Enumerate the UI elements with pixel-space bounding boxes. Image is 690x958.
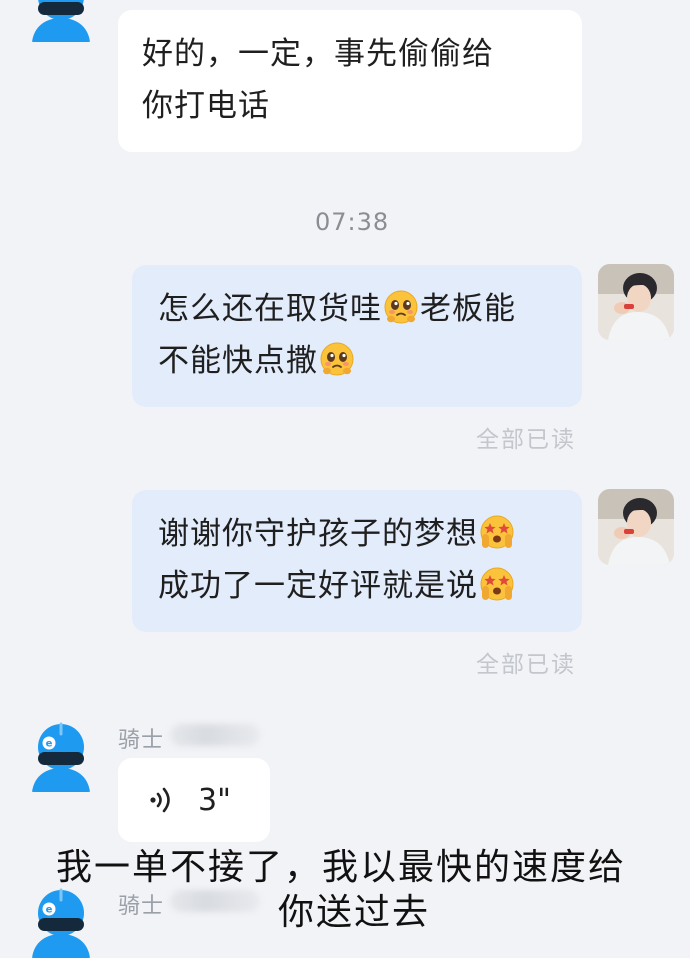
message-text-line: 不能快点撒 (158, 335, 556, 387)
delivery-rider-helmet-icon (22, 880, 100, 958)
pleading-face-emoji-icon (383, 289, 419, 325)
star-struck-emoji-icon (479, 514, 515, 550)
voice-message-bubble[interactable]: 3" (118, 758, 270, 842)
user-avatar[interactable] (598, 264, 674, 340)
user-photo-avatar (598, 264, 674, 340)
blurred-sender-name (170, 724, 260, 746)
outgoing-message-bubble[interactable]: 怎么还在取货哇 老板能 不能快点撒 (132, 265, 582, 407)
delivery-rider-helmet-icon (22, 0, 100, 42)
user-photo-avatar (598, 489, 674, 565)
message-text: 谢谢你守护孩子的梦想 (158, 516, 478, 552)
message-text: 怎么还在取货哇 (158, 291, 382, 327)
pleading-face-emoji-icon (319, 341, 355, 377)
message-text-line: 成功了一定好评就是说 (158, 560, 556, 612)
sender-name: 骑士 (118, 728, 165, 753)
read-status: 全部已读 (476, 652, 576, 678)
voice-wave-icon (150, 787, 170, 813)
outgoing-message-bubble[interactable]: 谢谢你守护孩子的梦想 成功了一定好评就是说 (132, 490, 582, 632)
rider-avatar[interactable] (22, 880, 100, 958)
message-text: 老板能 (420, 291, 516, 327)
message-text: 不能快点撒 (158, 343, 318, 379)
message-text-line: 你打电话 (142, 88, 270, 124)
message-text-line: 怎么还在取货哇 老板能 (158, 283, 556, 335)
rider-avatar[interactable] (22, 714, 100, 792)
caption-line: 你送过去 (278, 892, 431, 933)
voice-duration: 3" (198, 782, 231, 818)
user-avatar[interactable] (598, 489, 674, 565)
message-text: 成功了一定好评就是说 (158, 568, 478, 604)
blurred-sender-name (170, 890, 260, 912)
incoming-message-bubble[interactable]: 好的，一定，事先偷偷给 你打电话 (118, 10, 582, 152)
message-text-line: 好的，一定，事先偷偷给 (142, 36, 494, 72)
delivery-rider-helmet-icon (22, 714, 100, 792)
time-divider: 07:38 (315, 208, 390, 236)
message-text-line: 谢谢你守护孩子的梦想 (158, 508, 556, 560)
star-struck-emoji-icon (479, 566, 515, 602)
rider-avatar[interactable] (22, 0, 100, 42)
sender-name: 骑士 (118, 894, 165, 919)
read-status: 全部已读 (476, 427, 576, 453)
